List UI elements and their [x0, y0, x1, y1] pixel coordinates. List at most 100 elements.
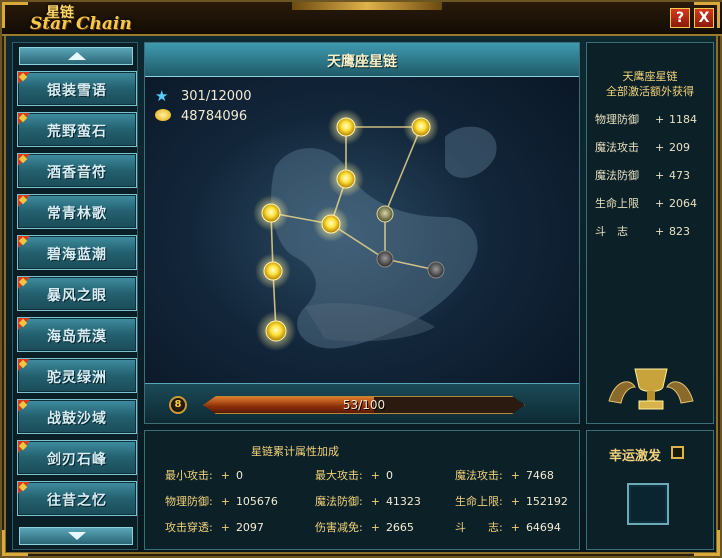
sidebar-item[interactable]: 驼灵绿洲	[17, 358, 137, 393]
stat-value: 64694	[525, 521, 561, 534]
stat-item: 魔法防御: +41323	[315, 493, 421, 509]
star-chain-window: 星链 Star Chain ? X 银装雪语 荒野蛮石 酒香音符 常青林歌 碧海…	[0, 0, 722, 558]
sidebar-item-label: 碧海蓝潮	[47, 247, 107, 263]
bonus-plus: +	[655, 197, 665, 210]
stat-key: 物理防御:	[165, 495, 213, 508]
stat-plus: +	[370, 469, 380, 482]
corner-ornament	[2, 530, 28, 556]
stat-item: 攻击穿透: +2097	[165, 519, 264, 535]
stars-value: 301/12000	[181, 89, 252, 104]
sidebar-item-label: 银装雪语	[47, 83, 107, 99]
sidebar-item[interactable]: 常青林歌	[17, 194, 137, 229]
arrow-down-icon	[68, 532, 86, 540]
sidebar-item[interactable]: 银装雪语	[17, 71, 137, 106]
arrow-up-icon	[68, 52, 86, 60]
star-icon: ★	[155, 87, 169, 105]
bonus-plus: +	[655, 141, 665, 154]
bonus-plus: +	[655, 225, 665, 238]
star-node[interactable]	[403, 109, 439, 145]
bonus-key: 物理防御	[595, 113, 639, 126]
stat-plus: +	[510, 521, 520, 534]
window-title-en: Star Chain	[30, 14, 132, 34]
stat-plus: +	[370, 521, 380, 534]
stat-key: 斗 志:	[455, 521, 503, 534]
stat-key: 伤害减免:	[315, 521, 363, 534]
stat-plus: +	[220, 521, 230, 534]
stat-item: 伤害减免: +2665	[315, 519, 414, 535]
sidebar-item-label: 往昔之忆	[47, 493, 107, 509]
bonus-key: 斗 志	[595, 225, 628, 238]
sidebar-item-label: 荒野蛮石	[47, 124, 107, 140]
stat-key: 攻击穿透:	[165, 521, 213, 534]
stat-value: 2097	[235, 521, 264, 534]
sidebar-item[interactable]: 战鼓沙域	[17, 399, 137, 434]
bonus-value: 473	[669, 169, 690, 182]
stat-key: 魔法攻击:	[455, 469, 503, 482]
stat-value: 2665	[385, 521, 414, 534]
star-node[interactable]	[256, 311, 296, 351]
star-node-locked[interactable]	[427, 261, 445, 279]
stat-value: 7468	[525, 469, 554, 482]
cumulative-stats-panel: 星链累计属性加成 最小攻击: +0 最大攻击: +0 魔法攻击: +7468 物理防御…	[144, 430, 580, 550]
star-node[interactable]	[328, 161, 364, 197]
stat-item: 魔法攻击: +7468	[455, 467, 554, 483]
bonus-value: 209	[669, 141, 690, 154]
bonus-title: 天鹰座星链 全部激活额外获得	[587, 69, 713, 99]
sidebar-item-label: 驼灵绿洲	[47, 370, 107, 386]
gold-counter: 48784096	[155, 109, 247, 124]
stat-key: 魔法防御:	[315, 495, 363, 508]
stat-plus: +	[510, 495, 520, 508]
bonus-key: 魔法攻击	[595, 141, 639, 154]
bonus-row: 魔法攻击 +209	[595, 139, 705, 155]
sidebar-item[interactable]: 碧海蓝潮	[17, 235, 137, 270]
stat-item: 斗 志: +64694	[455, 519, 561, 535]
sidebar-item[interactable]: 往昔之忆	[17, 481, 137, 516]
bonus-panel: 天鹰座星链 全部激活额外获得 物理防御 +1184 魔法攻击 +209 魔法防御 +4…	[586, 42, 714, 424]
stat-value: 105676	[235, 495, 278, 508]
sidebar-item[interactable]: 酒香音符	[17, 153, 137, 188]
bonus-row: 魔法防御 +473	[595, 167, 705, 183]
bonus-value: 2064	[669, 197, 697, 210]
trophy-icon	[608, 368, 694, 410]
level-badge: 8	[169, 396, 187, 414]
star-node[interactable]	[253, 195, 289, 231]
constellation-panel: 天鹰座星链 ★ 301/12000 48784096 8 53/100	[144, 42, 580, 424]
bonus-row: 物理防御 +1184	[595, 111, 705, 127]
stat-key: 最大攻击:	[315, 469, 363, 482]
title-ornament	[292, 2, 442, 10]
star-node[interactable]	[255, 253, 291, 289]
lucky-checkbox[interactable]	[671, 446, 684, 459]
star-node[interactable]	[313, 206, 349, 242]
scroll-up-button[interactable]	[19, 47, 133, 65]
sidebar-item-label: 常青林歌	[47, 206, 107, 222]
constellation-list: 银装雪语 荒野蛮石 酒香音符 常青林歌 碧海蓝潮 暴风之眼 海岛荒漠 驼灵绿洲 …	[12, 42, 138, 550]
stat-item: 最大攻击: +0	[315, 467, 393, 483]
scroll-down-button[interactable]	[19, 527, 133, 545]
sidebar-item[interactable]: 暴风之眼	[17, 276, 137, 311]
sidebar-item-label: 海岛荒漠	[47, 329, 107, 345]
star-node[interactable]	[328, 109, 364, 145]
stat-plus: +	[510, 469, 520, 482]
star-node-locked[interactable]	[376, 250, 394, 268]
title-bar: 星链 Star Chain ? X	[2, 2, 722, 36]
progress-text: 53/100	[342, 398, 386, 412]
sidebar-item[interactable]: 荒野蛮石	[17, 112, 137, 147]
help-button[interactable]: ?	[670, 8, 690, 28]
bonus-value: 1184	[669, 113, 697, 126]
bonus-title-line2: 全部激活额外获得	[606, 85, 694, 98]
bonus-plus: +	[655, 113, 665, 126]
stat-key: 最小攻击:	[165, 469, 213, 482]
constellation-title: 天鹰座星链	[327, 54, 397, 70]
bonus-row: 斗 志 +823	[595, 223, 705, 239]
sidebar-item[interactable]: 海岛荒漠	[17, 317, 137, 352]
gold-value: 48784096	[181, 109, 248, 124]
stat-value: 0	[385, 469, 393, 482]
corner-ornament	[694, 2, 720, 28]
sidebar-item[interactable]: 剑刃石峰	[17, 440, 137, 475]
star-node-partial[interactable]	[376, 205, 394, 223]
stat-value: 41323	[385, 495, 421, 508]
progress-bar: 53/100	[203, 396, 525, 414]
sidebar-item-label: 剑刃石峰	[47, 452, 107, 468]
stars-counter: ★ 301/12000	[155, 87, 252, 105]
item-slot[interactable]	[627, 483, 669, 525]
